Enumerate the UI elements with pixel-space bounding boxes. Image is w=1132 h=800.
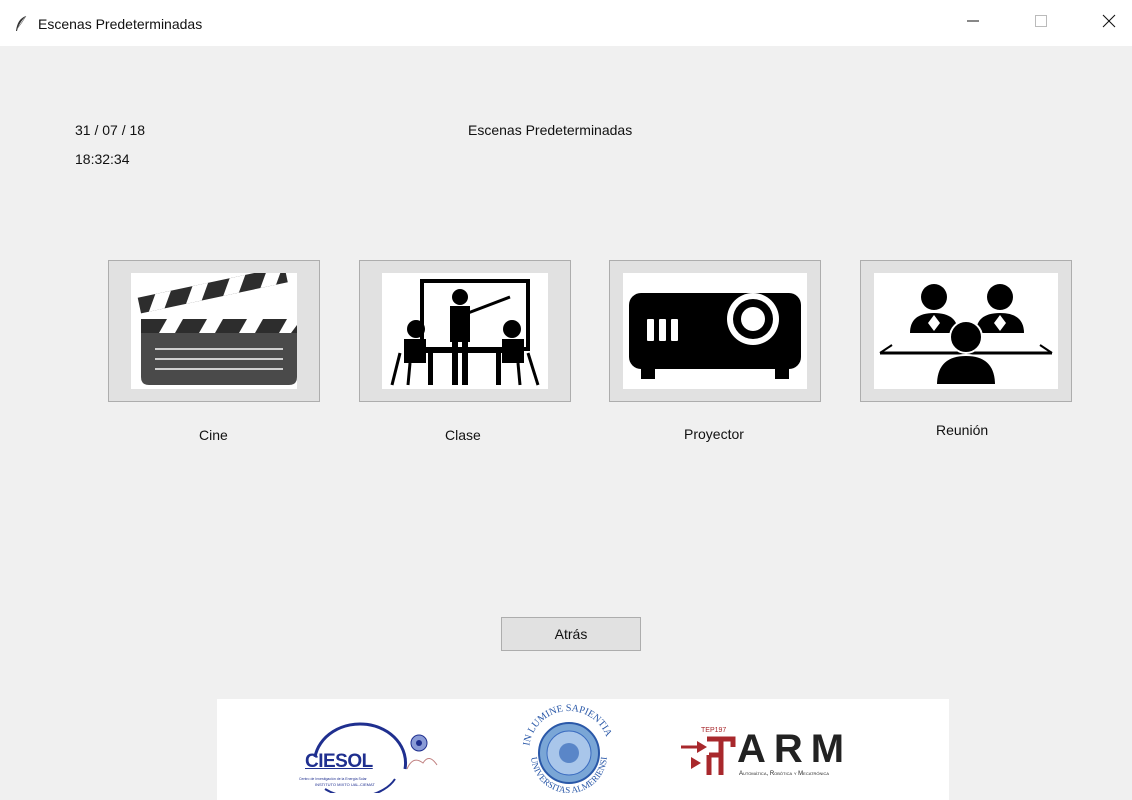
ciesol-caption-1: Centro de Investigación de la Energía So… — [299, 777, 367, 781]
scene-label-clase: Clase — [445, 427, 481, 443]
clapperboard-icon — [131, 273, 297, 389]
window-content: 31 / 07 / 18 18:32:34 Escenas Predetermi… — [0, 46, 1132, 800]
university-seal: IN LUMINE SAPIENTIA UNIVERSITAS ALMERIEN… — [514, 691, 621, 800]
minimize-icon — [967, 14, 979, 32]
scene-label-proyector: Proyector — [684, 426, 744, 442]
classroom-icon — [382, 273, 548, 389]
arm-subtitle: Automática, Robótica y Mecatrónica — [739, 771, 830, 777]
window-title: Escenas Predeterminadas — [38, 16, 203, 32]
feather-icon — [14, 15, 28, 33]
ciesol-name: CIESOL — [305, 751, 373, 772]
clock-label: 18:32:34 — [75, 151, 130, 167]
title-bar: Escenas Predeterminadas — [0, 0, 1132, 46]
arm-name: ARM — [737, 727, 853, 771]
minimize-button[interactable] — [950, 8, 996, 38]
ciesol-logo: CIESOL Centro de Investigación de la Ene… — [295, 717, 445, 798]
close-icon — [1102, 14, 1116, 33]
date-label: 31 / 07 / 18 — [75, 122, 146, 138]
scene-button-cine[interactable] — [108, 260, 320, 402]
ciesol-caption-2: INSTITUTO MIXTO UAL-CIEMAT — [315, 782, 375, 787]
back-button[interactable]: Atrás — [501, 617, 641, 651]
logo-banner: CIESOL Centro de Investigación de la Ene… — [217, 691, 949, 800]
maximize-icon — [1035, 14, 1047, 32]
scene-button-clase[interactable] — [359, 260, 571, 402]
page-title: Escenas Predeterminadas — [468, 122, 633, 138]
scene-button-proyector[interactable] — [609, 260, 821, 402]
close-button[interactable] — [1086, 8, 1132, 38]
arm-tag: TEP197 — [701, 727, 727, 734]
projector-icon — [623, 273, 807, 389]
maximize-button[interactable] — [1018, 8, 1064, 38]
meeting-icon — [874, 273, 1058, 389]
scene-label-cine: Cine — [199, 427, 228, 443]
scene-button-reunion[interactable] — [860, 260, 1072, 402]
scene-label-reunion: Reunión — [936, 422, 989, 438]
arm-logo: TEP197 ARM Automática, Robótica y Mecatr… — [677, 727, 917, 787]
